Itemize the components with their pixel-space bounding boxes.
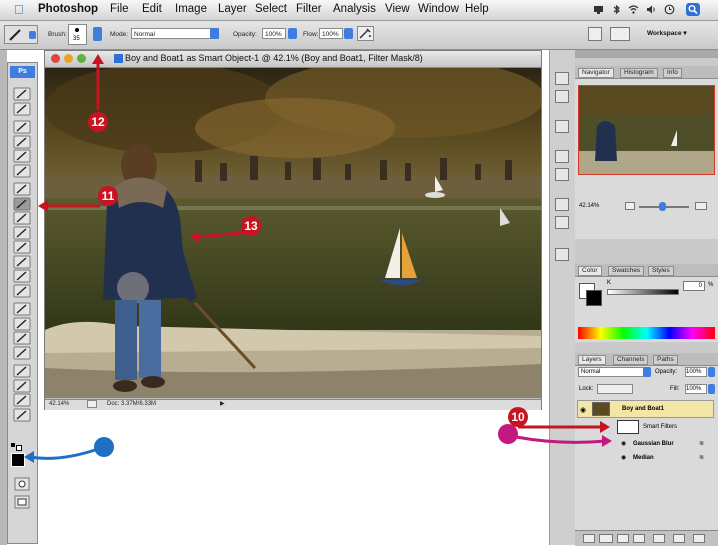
annotation-11: 11 xyxy=(98,186,118,206)
annotation-10: 10 xyxy=(508,407,528,427)
annotation-12: 12 xyxy=(88,112,108,132)
magenta-marker xyxy=(498,424,518,444)
annotation-arrows xyxy=(24,54,612,463)
blue-marker xyxy=(94,437,114,457)
annotation-13: 13 xyxy=(241,216,261,236)
